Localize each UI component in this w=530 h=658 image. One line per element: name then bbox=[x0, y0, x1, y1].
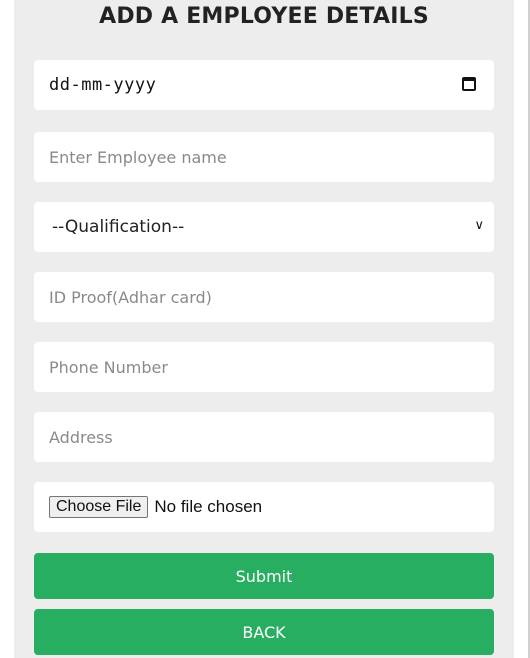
submit-button[interactable]: Submit bbox=[34, 553, 494, 599]
employee-name-placeholder: Enter Employee name bbox=[49, 147, 227, 167]
address-placeholder: Address bbox=[49, 427, 113, 447]
phone-number-input[interactable]: Phone Number bbox=[34, 342, 494, 392]
id-proof-placeholder: ID Proof(Adhar card) bbox=[49, 287, 212, 307]
employee-name-input[interactable]: Enter Employee name bbox=[34, 132, 494, 182]
qualification-selected: --Qualification-- bbox=[52, 217, 185, 237]
date-placeholder: dd-mm-yyyy bbox=[49, 75, 157, 95]
calendar-icon[interactable] bbox=[462, 77, 476, 91]
address-input[interactable]: Address bbox=[34, 412, 494, 462]
choose-file-button[interactable]: Choose File bbox=[49, 496, 149, 518]
page-title: ADD A EMPLOYEE DETAILS bbox=[99, 4, 429, 29]
qualification-select[interactable]: --Qualification-- ∨ bbox=[34, 202, 494, 252]
file-status-text: No file chosen bbox=[154, 497, 263, 516]
date-input[interactable]: dd-mm-yyyy bbox=[34, 60, 494, 110]
employee-form-panel: ADD A EMPLOYEE DETAILS dd-mm-yyyy Enter … bbox=[14, 0, 514, 658]
phone-number-placeholder: Phone Number bbox=[49, 357, 168, 377]
id-proof-input[interactable]: ID Proof(Adhar card) bbox=[34, 272, 494, 322]
chevron-down-icon: ∨ bbox=[474, 218, 484, 233]
file-upload-field: Choose File No file chosen bbox=[34, 482, 494, 532]
back-button[interactable]: BACK bbox=[34, 609, 494, 655]
